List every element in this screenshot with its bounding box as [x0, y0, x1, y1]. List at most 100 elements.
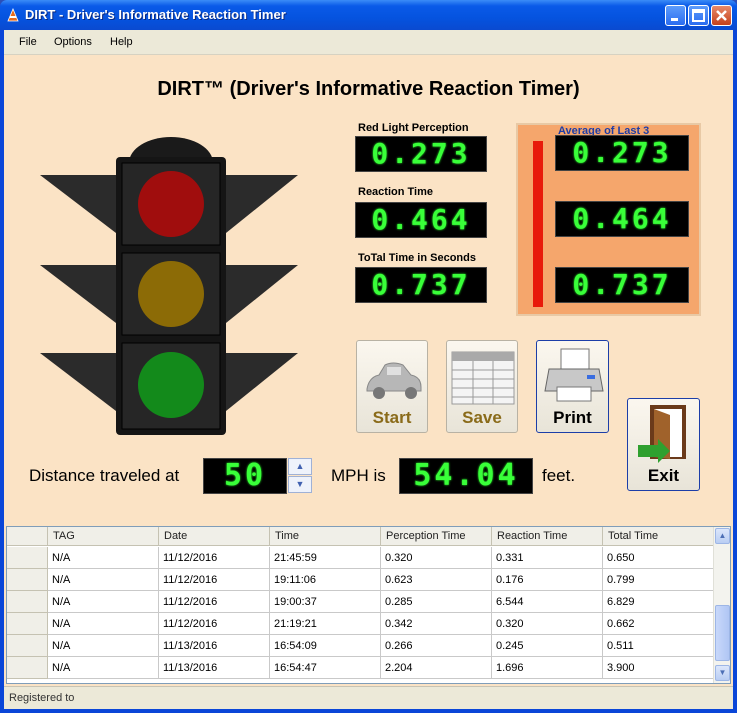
reaction-display: 0.464: [355, 202, 487, 238]
start-button[interactable]: Start: [356, 340, 428, 433]
window-title: DIRT - Driver's Informative Reaction Tim…: [25, 7, 286, 22]
row-header[interactable]: [7, 613, 48, 635]
grid-vertical-scrollbar[interactable]: ▲ ▼: [713, 527, 730, 683]
print-button[interactable]: Print: [536, 340, 609, 433]
cell-total[interactable]: 0.511: [603, 635, 715, 657]
speed-down-button[interactable]: ▼: [288, 476, 312, 493]
total-display: 0.737: [355, 267, 487, 303]
cell-perception[interactable]: 0.320: [381, 547, 492, 569]
traffic-light-image: [40, 137, 298, 435]
cell-total[interactable]: 0.662: [603, 613, 715, 635]
cell-perception[interactable]: 0.266: [381, 635, 492, 657]
cell-date[interactable]: 11/13/2016: [159, 635, 270, 657]
cell-date[interactable]: 11/12/2016: [159, 569, 270, 591]
cell-date[interactable]: 11/12/2016: [159, 591, 270, 613]
speed-up-button[interactable]: ▲: [288, 458, 312, 475]
cell-time[interactable]: 19:11:06: [270, 569, 381, 591]
cell-tag[interactable]: N/A: [48, 657, 159, 679]
row-header[interactable]: [7, 591, 48, 613]
cell-reaction[interactable]: 0.320: [492, 613, 603, 635]
row-header[interactable]: [7, 657, 48, 679]
chevron-up-icon: ▲: [295, 461, 305, 471]
chevron-down-icon: ▼: [718, 668, 727, 677]
app-window: DIRT - Driver's Informative Reaction Tim…: [0, 0, 737, 713]
start-label: Start: [372, 408, 412, 427]
page-title: DIRT™ (Driver's Informative Reaction Tim…: [157, 78, 580, 100]
chevron-up-icon: ▲: [718, 531, 727, 540]
close-button[interactable]: [711, 5, 732, 26]
cell-perception[interactable]: 2.204: [381, 657, 492, 679]
cell-time[interactable]: 21:45:59: [270, 547, 381, 569]
menu-file[interactable]: File: [19, 36, 37, 48]
exit-button[interactable]: Exit: [627, 398, 700, 491]
column-header-tag[interactable]: TAG: [48, 527, 159, 546]
column-header-reaction-time[interactable]: Reaction Time: [492, 527, 603, 546]
cell-reaction[interactable]: 6.544: [492, 591, 603, 613]
perception-display: 0.273: [355, 136, 487, 172]
cell-tag[interactable]: N/A: [48, 591, 159, 613]
cell-tag[interactable]: N/A: [48, 635, 159, 657]
mph-label: MPH is: [331, 466, 386, 485]
row-header-corner: [7, 527, 48, 546]
row-header[interactable]: [7, 635, 48, 657]
scroll-thumb[interactable]: [715, 605, 730, 661]
average-panel: Average of Last 3 0.273 0.464 0.737: [516, 123, 701, 316]
cell-reaction[interactable]: 0.245: [492, 635, 603, 657]
status-text: Registered to: [9, 692, 75, 704]
menu-options[interactable]: Options: [54, 36, 92, 48]
cell-time[interactable]: 16:54:09: [270, 635, 381, 657]
row-header[interactable]: [7, 547, 48, 569]
menu-help[interactable]: Help: [110, 36, 133, 48]
cell-tag[interactable]: N/A: [48, 547, 159, 569]
cell-perception[interactable]: 0.342: [381, 613, 492, 635]
column-header-time[interactable]: Time: [270, 527, 381, 546]
maximize-icon: [692, 9, 705, 22]
column-header-perception-time[interactable]: Perception Time: [381, 527, 492, 546]
save-label: Save: [462, 408, 502, 427]
car-icon: [366, 362, 422, 399]
column-header-total-time[interactable]: Total Time: [603, 527, 715, 546]
cell-date[interactable]: 11/12/2016: [159, 613, 270, 635]
cell-time[interactable]: 19:00:37: [270, 591, 381, 613]
cell-reaction[interactable]: 0.331: [492, 547, 603, 569]
row-header[interactable]: [7, 569, 48, 591]
cell-perception[interactable]: 0.623: [381, 569, 492, 591]
exit-label: Exit: [647, 466, 680, 485]
scroll-down-button[interactable]: ▼: [715, 665, 730, 681]
cell-tag[interactable]: N/A: [48, 613, 159, 635]
feet-suffix: feet.: [542, 466, 576, 485]
table-row[interactable]: N/A 11/13/2016 16:54:47 2.204 1.696 3.90…: [7, 657, 715, 679]
column-header-date[interactable]: Date: [159, 527, 270, 546]
save-button[interactable]: Save: [446, 340, 518, 433]
menu-bar: File Options Help: [4, 30, 733, 55]
table-row[interactable]: N/A 11/12/2016 19:11:06 0.623 0.176 0.79…: [7, 569, 715, 591]
average-bar: [533, 141, 543, 307]
cell-total[interactable]: 6.829: [603, 591, 715, 613]
minimize-button[interactable]: [665, 5, 686, 26]
cell-date[interactable]: 11/12/2016: [159, 547, 270, 569]
scroll-up-button[interactable]: ▲: [715, 528, 730, 544]
grid-header: TAG Date Time Perception Time Reaction T…: [7, 527, 715, 546]
traffic-cone-icon: [7, 8, 19, 22]
maximize-button[interactable]: [688, 5, 709, 26]
cell-perception[interactable]: 0.285: [381, 591, 492, 613]
title-bar[interactable]: DIRT - Driver's Informative Reaction Tim…: [0, 0, 737, 30]
table-row[interactable]: N/A 11/12/2016 21:45:59 0.320 0.331 0.65…: [7, 547, 715, 569]
close-icon: [716, 10, 727, 21]
cell-total[interactable]: 0.650: [603, 547, 715, 569]
print-label: Print: [553, 408, 592, 427]
cell-time[interactable]: 16:54:47: [270, 657, 381, 679]
reaction-label: Reaction Time: [358, 186, 433, 198]
table-row[interactable]: N/A 11/12/2016 19:00:37 0.285 6.544 6.82…: [7, 591, 715, 613]
cell-total[interactable]: 3.900: [603, 657, 715, 679]
cell-reaction[interactable]: 0.176: [492, 569, 603, 591]
cell-total[interactable]: 0.799: [603, 569, 715, 591]
speed-display: 50: [203, 458, 287, 494]
table-row[interactable]: N/A 11/13/2016 16:54:09 0.266 0.245 0.51…: [7, 635, 715, 657]
cell-date[interactable]: 11/13/2016: [159, 657, 270, 679]
cell-tag[interactable]: N/A: [48, 569, 159, 591]
cell-time[interactable]: 21:19:21: [270, 613, 381, 635]
cell-reaction[interactable]: 1.696: [492, 657, 603, 679]
results-grid: TAG Date Time Perception Time Reaction T…: [6, 526, 731, 684]
table-row[interactable]: N/A 11/12/2016 21:19:21 0.342 0.320 0.66…: [7, 613, 715, 635]
